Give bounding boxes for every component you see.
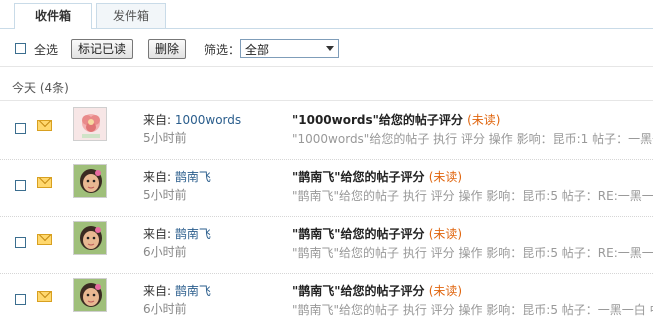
filter-select[interactable]: 全部	[240, 39, 339, 58]
message-subject[interactable]: "鹊南飞"给您的帖子评分 (未读)	[292, 225, 462, 242]
section-label: 今天 (4条)	[12, 81, 69, 95]
mark-read-button[interactable]: 标记已读	[71, 39, 134, 59]
message-preview: "鹊南飞"给您的帖子 执行 评分 操作 影响：昆币:5 帖子：RE:一黑一白 中…	[292, 189, 653, 203]
message-preview: "鹊南飞"给您的帖子 执行 评分 操作 影响：昆币:5 帖子：一黑一白 中间是豆…	[292, 303, 653, 317]
subject-text[interactable]: "鹊南飞"给您的帖子评分	[292, 227, 425, 241]
filter-label: 筛选：	[204, 43, 241, 57]
unread-badge: (未读)	[467, 113, 501, 127]
message-sender: 来自: 鹊南飞	[143, 168, 211, 185]
message-time: 5小时前	[143, 131, 187, 145]
sender-prefix: 来自:	[143, 284, 175, 298]
tab-inbox[interactable]: 收件箱	[14, 3, 92, 29]
child-avatar[interactable]	[73, 164, 107, 198]
chevron-down-icon	[326, 46, 334, 51]
message-sender: 来自: 鹊南飞	[143, 282, 211, 299]
subject-text[interactable]: "鹊南飞"给您的帖子评分	[292, 170, 425, 184]
sender-link[interactable]: 鹊南飞	[175, 227, 211, 241]
message-preview: "1000words"给您的帖子 执行 评分 操作 影响：昆币:1 帖子：一黑一…	[292, 132, 653, 146]
child-avatar-image	[74, 222, 106, 254]
message-row[interactable]: 来自: 1000words 5小时前 "1000words"给您的帖子评分 (未…	[0, 102, 653, 160]
envelope-icon	[37, 177, 52, 188]
sender-prefix: 来自:	[143, 170, 175, 184]
child-avatar-image	[74, 165, 106, 197]
mailbox-tabs: 收件箱 发件箱	[0, 0, 653, 29]
message-preview: "鹊南飞"给您的帖子 执行 评分 操作 影响：昆币:5 帖子：RE:一黑一白 中…	[292, 246, 653, 260]
message-sender: 来自: 鹊南飞	[143, 225, 211, 242]
select-all-label[interactable]: 全选	[34, 41, 58, 58]
row-checkbox[interactable]	[15, 237, 26, 248]
select-all-checkbox[interactable]	[15, 43, 26, 54]
filter-select-value: 全部	[245, 43, 270, 57]
row-checkbox[interactable]	[15, 180, 26, 191]
child-avatar[interactable]	[73, 221, 107, 255]
message-sender: 来自: 1000words	[143, 111, 241, 128]
toolbar: 全选 标记已读 删除 筛选： 全部	[0, 30, 653, 67]
tab-outbox[interactable]: 发件箱	[96, 3, 166, 28]
unread-badge: (未读)	[428, 227, 463, 241]
message-time: 5小时前	[143, 188, 187, 202]
sender-prefix: 来自:	[143, 113, 175, 127]
row-checkbox[interactable]	[15, 294, 26, 305]
subject-text[interactable]: "鹊南飞"给您的帖子评分	[292, 284, 425, 298]
envelope-icon	[37, 120, 52, 131]
message-time: 6小时前	[143, 302, 187, 316]
unread-badge: (未读)	[428, 170, 463, 184]
message-subject[interactable]: "1000words"给您的帖子评分 (未读)	[292, 111, 500, 128]
subject-text[interactable]: "1000words"给您的帖子评分	[292, 113, 463, 127]
sender-link[interactable]: 鹊南飞	[175, 284, 211, 298]
sender-link[interactable]: 鹊南飞	[175, 170, 211, 184]
flower-avatar[interactable]	[73, 107, 107, 141]
child-avatar[interactable]	[73, 278, 107, 312]
envelope-icon	[37, 234, 52, 245]
unread-badge: (未读)	[428, 284, 463, 298]
sender-prefix: 来自:	[143, 227, 175, 241]
delete-button[interactable]: 删除	[148, 39, 187, 59]
flower-avatar-image	[74, 108, 106, 140]
message-row[interactable]: 来自: 鹊南飞 6小时前 "鹊南飞"给您的帖子评分 (未读) "鹊南飞"给您的帖…	[0, 273, 653, 330]
message-time: 6小时前	[143, 245, 187, 259]
child-avatar-image	[74, 279, 106, 311]
message-subject[interactable]: "鹊南飞"给您的帖子评分 (未读)	[292, 282, 462, 299]
message-subject[interactable]: "鹊南飞"给您的帖子评分 (未读)	[292, 168, 462, 185]
message-row[interactable]: 来自: 鹊南飞 6小时前 "鹊南飞"给您的帖子评分 (未读) "鹊南飞"给您的帖…	[0, 216, 653, 274]
envelope-icon	[37, 291, 52, 302]
message-row[interactable]: 来自: 鹊南飞 5小时前 "鹊南飞"给您的帖子评分 (未读) "鹊南飞"给您的帖…	[0, 159, 653, 217]
section-today: 今天 (4条)	[0, 76, 653, 101]
row-checkbox[interactable]	[15, 123, 26, 134]
sender-link[interactable]: 1000words	[175, 113, 241, 127]
